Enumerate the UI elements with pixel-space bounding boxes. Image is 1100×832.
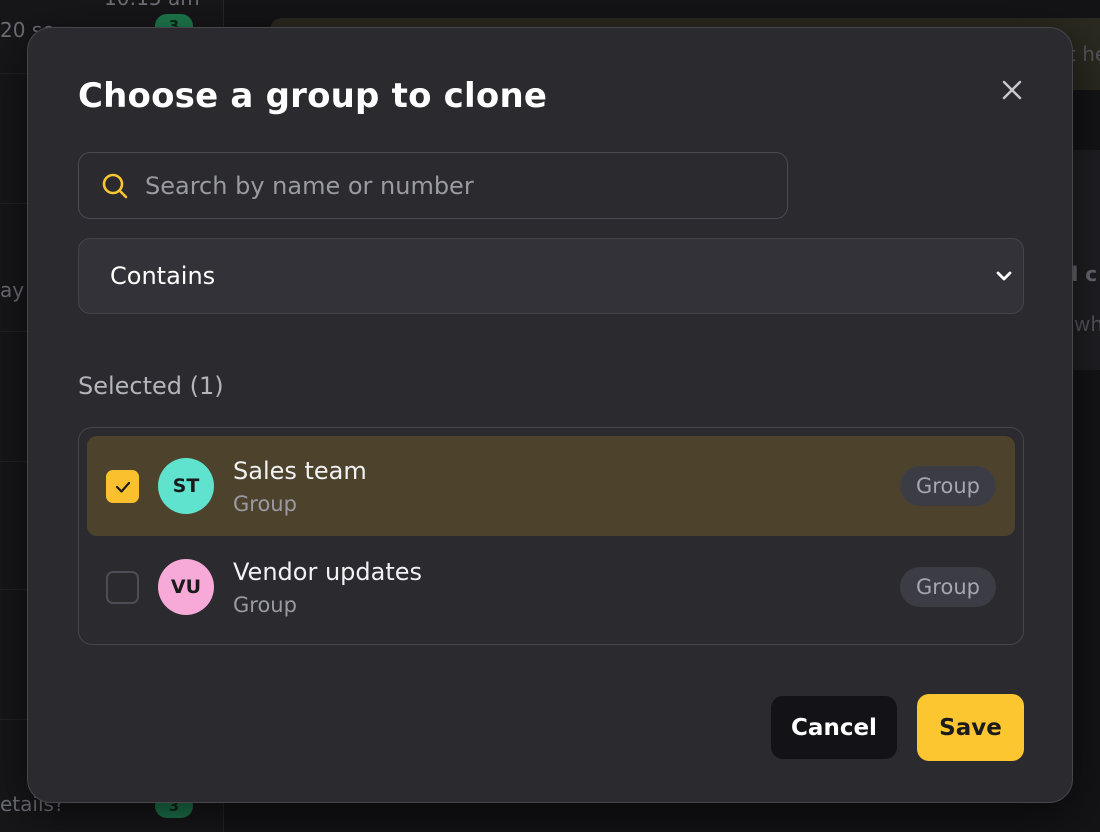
close-icon (1002, 80, 1022, 100)
chevron-down-icon (996, 271, 1012, 281)
checkbox-checked[interactable] (106, 470, 139, 503)
background-timestamp: 10:15 am (104, 0, 200, 10)
check-icon (115, 481, 130, 493)
cancel-button[interactable]: Cancel (771, 696, 897, 759)
background-snippet: ay (0, 278, 25, 302)
avatar: VU (158, 559, 214, 615)
group-tag: Group (900, 567, 996, 607)
clone-group-modal: Choose a group to clone Contains Selecte… (27, 27, 1073, 803)
search-icon (102, 173, 128, 198)
group-type-subtitle: Group (233, 492, 297, 516)
background-text: wh (1074, 312, 1100, 336)
search-input[interactable] (145, 171, 745, 200)
list-item[interactable]: ST Sales team Group Group (87, 436, 1015, 536)
group-tag: Group (900, 466, 996, 506)
group-list: ST Sales team Group Group VU Vendor upda… (78, 427, 1024, 645)
close-button[interactable] (998, 76, 1026, 104)
save-button[interactable]: Save (917, 694, 1024, 761)
checkbox-unchecked[interactable] (106, 571, 139, 604)
avatar: ST (158, 458, 214, 514)
search-field[interactable] (78, 152, 788, 219)
match-type-selected-value: Contains (110, 262, 216, 290)
list-item[interactable]: VU Vendor updates Group Group (87, 537, 1015, 637)
match-type-select[interactable]: Contains (78, 238, 1024, 314)
group-type-subtitle: Group (233, 593, 297, 617)
selected-count-heading: Selected (1) (78, 372, 224, 400)
group-name: Sales team (233, 457, 367, 485)
group-name: Vendor updates (233, 558, 423, 586)
modal-title: Choose a group to clone (78, 76, 548, 116)
